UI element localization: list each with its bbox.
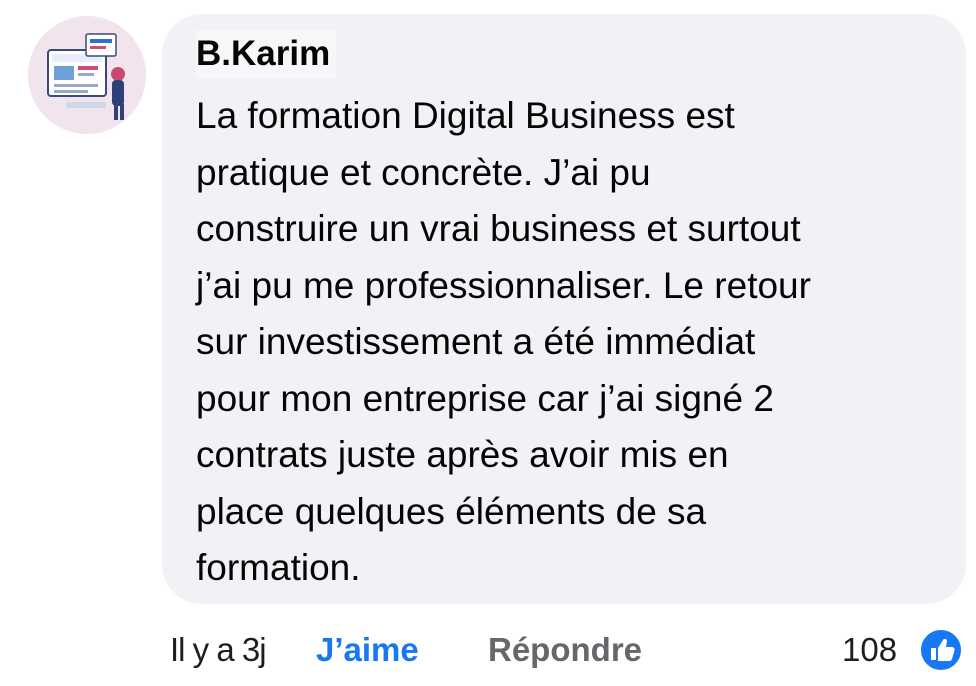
comment-text: La formation Digital Business est pratiq… xyxy=(196,88,956,597)
comment-timestamp[interactable]: Il y a 3j xyxy=(170,622,267,678)
reaction-count[interactable]: 108 xyxy=(842,622,897,678)
comment-text-line: sur investissement a été immédiat xyxy=(196,321,756,362)
avatar[interactable] xyxy=(28,16,146,134)
comment-text-line: pour mon entreprise car j’ai signé 2 xyxy=(196,377,774,419)
comment-text-line: pratique et concrète. J’ai pu xyxy=(196,151,651,193)
comment-text-line: construire un vrai business et surtout xyxy=(196,208,801,249)
like-button[interactable]: J’aime xyxy=(316,622,419,678)
comment-text-line: contrats juste après avoir mis en xyxy=(196,434,729,475)
comment-actions: Il y a 3j J’aime Répondre 108 xyxy=(170,622,970,678)
comment-text-line: j’ai pu me professionnaliser. Le retour xyxy=(196,264,811,306)
comment-author[interactable]: B.Karim xyxy=(196,30,337,78)
comment-text-line: formation. xyxy=(196,547,361,588)
avatar-illustration-icon xyxy=(28,16,146,134)
comment-text-line: La formation Digital Business est xyxy=(196,95,735,136)
thumbs-up-icon[interactable] xyxy=(918,627,964,673)
comment-text-line: place quelques éléments de sa xyxy=(196,490,707,532)
reply-button[interactable]: Répondre xyxy=(488,622,642,678)
comment: B.Karim La formation Digital Business es… xyxy=(0,0,976,686)
